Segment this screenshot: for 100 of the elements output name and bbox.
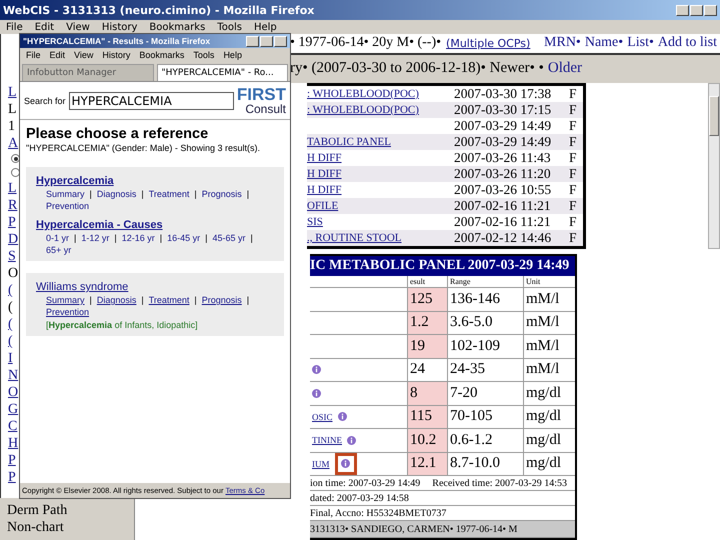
section-link[interactable]: 65+ yr xyxy=(46,245,72,255)
sidebar-link[interactable]: P xyxy=(8,452,16,469)
result-time: 2007-03-29 14:49 xyxy=(454,118,552,134)
info-icon[interactable] xyxy=(312,388,321,398)
test-link[interactable]: TININE xyxy=(312,435,342,446)
test-link[interactable]: OSIC xyxy=(312,412,333,422)
sidebar-link[interactable]: ( xyxy=(8,282,13,299)
topic-link[interactable]: Hypercalcemia xyxy=(36,175,114,187)
browser-tab[interactable]: Infobutton Manager xyxy=(22,64,154,81)
menu-item[interactable]: Edit xyxy=(50,50,66,60)
sidebar-link[interactable]: C xyxy=(8,418,18,435)
sidebar-link[interactable]: O xyxy=(8,384,18,401)
search-label: Search for xyxy=(24,96,66,106)
menu-item[interactable]: History xyxy=(102,50,130,60)
result-link[interactable]: : WHOLEBLOOD(POC) xyxy=(307,104,454,116)
sidebar-item[interactable]: Derm Path xyxy=(7,502,68,519)
range-cell: 24-35 xyxy=(447,358,523,382)
topic-link[interactable]: Williams syndrome xyxy=(36,281,128,293)
test-link[interactable]: IUM xyxy=(312,458,330,469)
result-link[interactable]: H DIFF xyxy=(307,152,454,164)
section-link[interactable]: Diagnosis xyxy=(96,295,136,305)
window-title: WebCIS - 3131313 (neuro.cimino) - Mozilla Firefox xyxy=(3,4,316,16)
menu-item[interactable]: Tools xyxy=(217,22,242,32)
section-link[interactable]: Prevention xyxy=(46,307,90,317)
sidebar-link[interactable]: G xyxy=(8,401,18,418)
menu-item[interactable]: File xyxy=(26,50,41,60)
info-icon[interactable] xyxy=(312,365,321,374)
sidebar-link[interactable]: P xyxy=(8,214,16,231)
close-button[interactable] xyxy=(274,36,287,46)
sidebar-link[interactable]: R xyxy=(8,197,18,214)
result-link[interactable]: H DIFF xyxy=(307,168,454,180)
sidebar-item[interactable]: Non-chart xyxy=(7,519,64,536)
sidebar-link[interactable]: N xyxy=(8,367,18,384)
result-link[interactable]: : WHOLEBLOOD(POC) xyxy=(307,88,454,100)
topic-link[interactable]: Hypercalcemia - Causes xyxy=(36,219,163,231)
nav-link[interactable]: List• xyxy=(627,35,654,52)
sidebar-link[interactable]: D xyxy=(8,231,18,248)
info-icon[interactable] xyxy=(341,459,350,468)
sidebar-link[interactable]: P xyxy=(8,469,16,486)
result-link[interactable]: ., ROUTINE STOOL xyxy=(307,232,454,244)
sidebar-link[interactable]: ( xyxy=(8,316,13,333)
section-link[interactable]: 16-45 yr xyxy=(167,233,200,243)
section-link[interactable]: Diagnosis xyxy=(96,189,136,199)
info-icon[interactable] xyxy=(347,436,356,445)
section-link[interactable]: Prognosis xyxy=(202,295,242,305)
older-link[interactable]: Older xyxy=(548,60,582,78)
section-link[interactable]: Prognosis xyxy=(202,189,242,199)
sidebar-label: O xyxy=(8,265,18,282)
search-field[interactable]: HYPERCALCEMIA xyxy=(68,92,234,110)
section-link[interactable]: Summary xyxy=(46,189,85,199)
section-link[interactable]: 45-65 yr xyxy=(212,233,246,243)
section-link[interactable]: Treatment xyxy=(148,295,190,305)
section-link[interactable]: 0-1 yr xyxy=(46,233,70,243)
maximize-button[interactable] xyxy=(690,4,703,16)
result-status: F xyxy=(569,150,577,166)
browser-tab[interactable]: "HYPERCALCEMIA" - Ro... xyxy=(156,64,288,81)
section-link[interactable]: Summary xyxy=(46,295,85,305)
result-time: 2007-02-16 11:21 xyxy=(454,198,552,214)
minimize-button[interactable] xyxy=(676,4,689,16)
nav-link[interactable]: Add to list xyxy=(658,35,717,52)
sidebar-link[interactable]: L xyxy=(8,84,17,101)
sidebar-link[interactable]: I xyxy=(8,350,13,367)
result-value: 1.2 xyxy=(407,312,447,335)
menu-item[interactable]: History xyxy=(102,22,138,32)
patient-line: 3131313• SANDIEGO, CARMEN• 1977-06-14• M xyxy=(310,524,518,534)
section-link[interactable]: 1-12 yr xyxy=(81,233,110,243)
result-link[interactable]: TABOLIC PANEL xyxy=(307,136,454,148)
sidebar-link[interactable]: ( xyxy=(8,333,13,350)
menu-item[interactable]: View xyxy=(74,50,94,60)
menu-item[interactable]: Tools xyxy=(193,50,214,60)
result-link[interactable]: H DIFF xyxy=(307,184,454,196)
menu-item[interactable]: Help xyxy=(223,50,242,60)
sidebar-link[interactable]: S xyxy=(8,248,16,265)
section-link[interactable]: 12-16 yr xyxy=(122,233,155,243)
result-status: F xyxy=(569,118,577,134)
menu-item[interactable]: Help xyxy=(254,22,277,32)
menu-item[interactable]: View xyxy=(66,22,90,32)
logo-text: FIRST xyxy=(236,86,286,103)
info-icon[interactable] xyxy=(338,412,347,422)
section-link[interactable]: Prevention xyxy=(46,201,90,211)
minimize-button[interactable] xyxy=(246,36,259,46)
date-range-text: ry• (2007-03-30 to 2006-12-18)• Newer• • xyxy=(290,60,544,78)
nav-link[interactable]: Name• xyxy=(584,35,624,52)
sidebar-link[interactable]: H xyxy=(8,435,18,452)
menu-item[interactable]: Bookmarks xyxy=(149,22,206,32)
result-link[interactable]: OFILE xyxy=(307,200,454,212)
result-link[interactable]: SIS xyxy=(307,216,454,228)
unit-cell: mM/l xyxy=(523,312,575,335)
menu-item[interactable]: File xyxy=(6,22,23,32)
sidebar-link[interactable]: L xyxy=(8,180,17,197)
section-link[interactable]: Treatment xyxy=(148,189,190,199)
nav-link[interactable]: MRN• xyxy=(544,35,581,52)
close-button[interactable] xyxy=(704,4,717,16)
maximize-button[interactable] xyxy=(260,36,273,46)
menu-item[interactable]: Bookmarks xyxy=(139,50,184,60)
ocps-link[interactable]: (Multiple OCPs) xyxy=(446,36,530,50)
scrollbar[interactable] xyxy=(708,83,720,249)
menu-item[interactable]: Edit xyxy=(34,22,54,32)
result-value: 8 xyxy=(407,382,447,406)
sidebar-link[interactable]: A xyxy=(8,135,18,152)
